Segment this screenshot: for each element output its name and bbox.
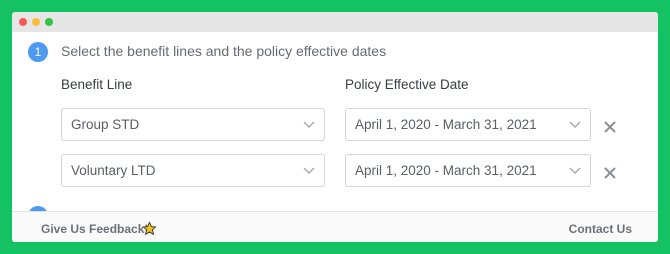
app-window: 1 Select the benefit lines and the polic…: [12, 12, 658, 242]
footer-bar: Give Us Feedback! Contact Us: [12, 211, 658, 242]
step-number-badge: 1: [28, 42, 48, 62]
policy-date-value: April 1, 2020 - March 31, 2021: [355, 117, 537, 132]
chevron-down-icon: [303, 121, 315, 129]
chevron-down-icon: [569, 167, 581, 175]
step-title: Select the benefit lines and the policy …: [61, 43, 387, 59]
benefit-line-select[interactable]: Voluntary LTD: [61, 154, 325, 187]
close-icon[interactable]: [603, 120, 617, 134]
chevron-down-icon: [303, 167, 315, 175]
policy-date-select[interactable]: April 1, 2020 - March 31, 2021: [345, 154, 591, 187]
contact-us-link[interactable]: Contact Us: [569, 222, 632, 236]
window-close-dot[interactable]: [19, 18, 27, 26]
chevron-down-icon: [569, 121, 581, 129]
benefit-line-header: Benefit Line: [61, 77, 133, 92]
benefit-line-value: Group STD: [71, 117, 140, 132]
close-icon[interactable]: [603, 166, 617, 180]
window-minimize-dot[interactable]: [32, 18, 40, 26]
policy-date-select[interactable]: April 1, 2020 - March 31, 2021: [345, 108, 591, 141]
policy-effective-date-header: Policy Effective Date: [345, 77, 469, 92]
window-maximize-dot[interactable]: [45, 18, 53, 26]
policy-date-value: April 1, 2020 - March 31, 2021: [355, 163, 537, 178]
star-icon[interactable]: [142, 221, 157, 236]
give-feedback-link[interactable]: Give Us Feedback!: [41, 222, 148, 236]
window-titlebar: [12, 12, 658, 32]
benefit-line-select[interactable]: Group STD: [61, 108, 325, 141]
benefit-line-value: Voluntary LTD: [71, 163, 156, 178]
